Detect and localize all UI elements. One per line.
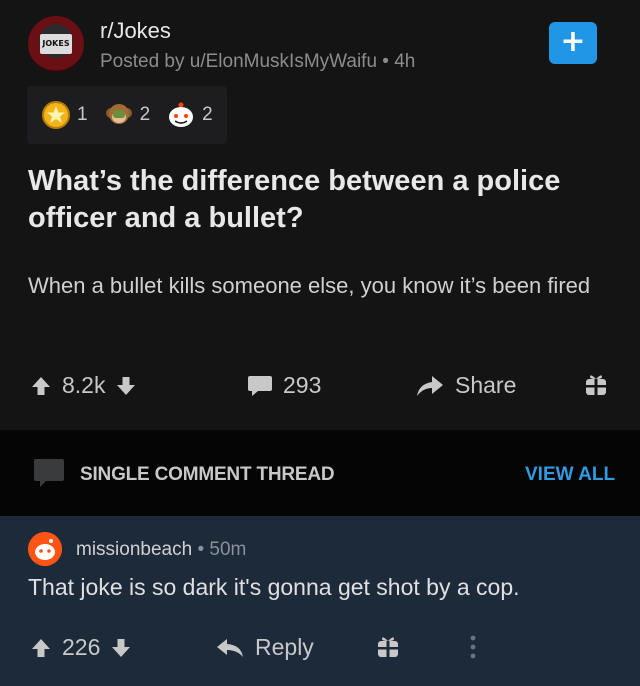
view-all-link[interactable]: VIEW ALL [525, 464, 615, 486]
subreddit-avatar[interactable]: JOKES [28, 16, 84, 72]
award-count: 2 [139, 104, 151, 125]
subreddit-name[interactable]: r/Jokes [100, 18, 171, 44]
comments-button[interactable]: 293 [247, 372, 321, 399]
gift-icon [378, 637, 398, 657]
give-award-button[interactable] [585, 372, 607, 396]
meta-separator: • [197, 539, 210, 560]
comment-give-award-button[interactable] [377, 634, 399, 658]
comment-more-button[interactable] [468, 634, 478, 660]
wholesome-award-icon [169, 102, 194, 127]
meta-separator: • [382, 51, 395, 72]
comment-thread-icon [34, 459, 64, 487]
award-gold: 1 [41, 100, 88, 130]
upvote-icon[interactable] [30, 637, 52, 659]
comment-username[interactable]: missionbeach [76, 539, 192, 560]
gold-award-icon [42, 101, 70, 129]
post-body: When a bullet kills someone else, you kn… [28, 273, 591, 298]
join-button[interactable]: + [549, 22, 597, 64]
comment-meta: missionbeach • 50m [76, 539, 246, 561]
share-button[interactable]: Share [415, 372, 516, 399]
comment-actions: 226 Reply [0, 628, 640, 668]
post-age: 4h [394, 51, 416, 72]
comment-age: 50m [209, 539, 247, 560]
post-title[interactable]: What’s the difference between a police o… [28, 163, 618, 237]
reply-label: Reply [255, 634, 314, 660]
posted-by[interactable]: Posted by u/ElonMuskIsMyWaifu [100, 51, 377, 72]
commenter-avatar[interactable] [28, 532, 62, 566]
vote-control: 8.2k [30, 372, 137, 399]
gift-icon [586, 375, 606, 395]
reply-button[interactable]: Reply [215, 634, 314, 661]
monkey-award-icon [105, 104, 132, 124]
subreddit-avatar-label: JOKES [40, 34, 72, 54]
award-count: 2 [202, 104, 213, 125]
post-meta: Posted by u/ElonMuskIsMyWaifu • 4h [100, 51, 415, 73]
awards-bar[interactable]: 1 2 2 [27, 86, 227, 144]
award-count: 1 [77, 104, 88, 125]
comment-vote-control: 226 [30, 634, 132, 661]
award-monkey: 2 [104, 100, 151, 130]
comment-icon [248, 375, 272, 396]
share-icon [417, 375, 443, 396]
downvote-icon[interactable] [110, 637, 132, 659]
post-score: 8.2k [62, 372, 106, 398]
comment-score: 226 [62, 634, 101, 660]
reply-icon [217, 638, 243, 657]
more-options-icon [470, 635, 476, 659]
comment-text: That joke is so dark it's gonna get shot… [28, 574, 520, 600]
award-wholesome: 2 [166, 100, 213, 130]
thread-label: SINGLE COMMENT THREAD [80, 464, 335, 485]
post-actions: 8.2k 293 Share [0, 366, 640, 410]
downvote-icon[interactable] [115, 375, 137, 397]
share-label: Share [455, 372, 517, 398]
comment-count: 293 [283, 372, 322, 398]
upvote-icon[interactable] [30, 375, 52, 397]
